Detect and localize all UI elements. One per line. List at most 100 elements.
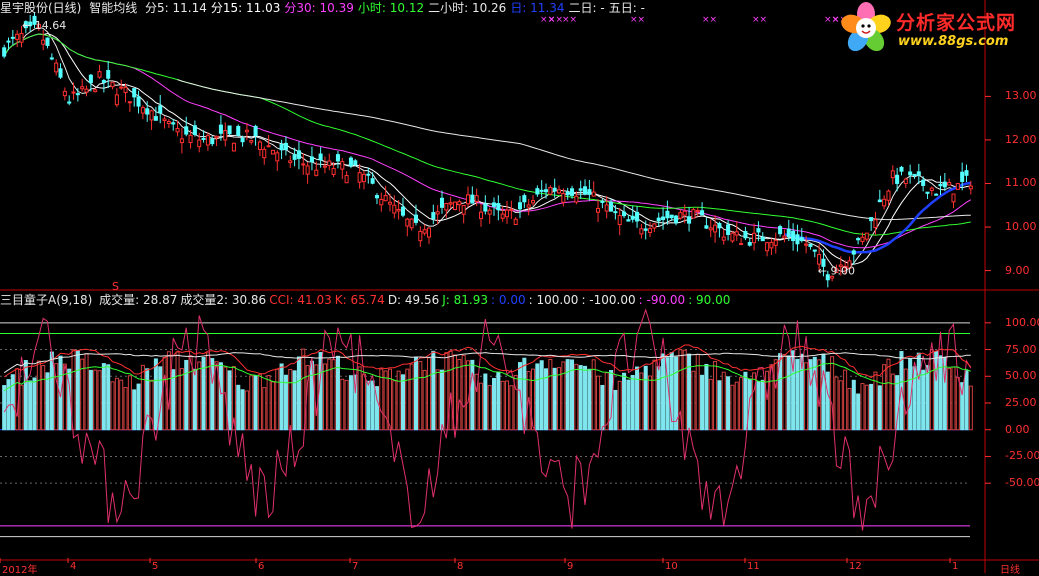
- candle-body: [75, 93, 80, 96]
- volume-bar: [435, 369, 440, 431]
- candle-body: [548, 187, 553, 195]
- volume-bar: [140, 364, 145, 431]
- volume-bar: [721, 371, 726, 431]
- candle-body: [214, 135, 219, 139]
- candle-body: [435, 211, 440, 215]
- volume-bar: [548, 358, 553, 431]
- candle-body: [322, 165, 327, 168]
- candle-body: [509, 208, 514, 211]
- volume-bar: [882, 364, 887, 431]
- candle-body: [244, 129, 249, 133]
- volume-bar: [804, 362, 809, 431]
- volume-bar: [23, 360, 28, 431]
- volume-bar: [635, 366, 640, 431]
- candle-body: [444, 203, 449, 211]
- candle-body: [15, 33, 20, 40]
- candle-body: [361, 173, 366, 183]
- candle-body: [344, 175, 349, 184]
- candle-body: [10, 36, 15, 39]
- candle-body: [869, 217, 874, 222]
- candle-body: [84, 88, 89, 93]
- candle-body: [504, 209, 510, 218]
- candle-body: [153, 116, 158, 121]
- volume-bar: [565, 359, 570, 431]
- x-month-label: 9: [567, 561, 574, 572]
- candle-body: [253, 125, 258, 137]
- candle-body: [782, 235, 787, 239]
- candle-body: [106, 70, 111, 79]
- volume-bar: [257, 374, 262, 431]
- indicator-value-label-7: : 100.00: [528, 293, 579, 307]
- candle-body: [240, 137, 245, 143]
- candle-body: [93, 89, 98, 93]
- volume-bar: [678, 349, 683, 431]
- candle-body: [864, 232, 869, 240]
- candle-body: [457, 201, 462, 206]
- candle-body: [483, 203, 488, 212]
- candle-body: [713, 224, 718, 233]
- volume-bar: [132, 389, 137, 431]
- volume-bar: [322, 363, 327, 431]
- candle-body: [535, 188, 540, 195]
- volume-bar: [340, 378, 345, 431]
- volume-bar: [843, 369, 848, 431]
- volume-bar: [856, 393, 861, 431]
- volume-bar: [847, 388, 852, 431]
- candle-body: [786, 228, 791, 238]
- indicator-value-label-9: : -90.00: [638, 293, 686, 307]
- candle-body: [530, 200, 536, 204]
- volume-bar: [643, 365, 648, 431]
- candle-body: [665, 210, 670, 219]
- candle-body: [123, 86, 128, 94]
- candle-body: [374, 195, 379, 199]
- candle-body: [58, 68, 63, 78]
- indicator-value-label-4: D: 49.56: [387, 293, 440, 307]
- candle-body: [630, 215, 635, 220]
- candle-body: [804, 243, 809, 246]
- volume-bar: [739, 376, 744, 431]
- volume-bar: [348, 375, 353, 431]
- candle-body: [513, 218, 518, 226]
- candle-body: [552, 187, 557, 192]
- volume-bar: [955, 377, 960, 431]
- candle-body: [309, 156, 314, 163]
- candle-body: [574, 195, 579, 203]
- candle-body: [726, 224, 731, 235]
- volume-bar: [184, 359, 189, 431]
- candle-body: [600, 200, 605, 203]
- volume-bar: [136, 383, 141, 431]
- volume-bar: [864, 384, 869, 431]
- volume-bar: [301, 348, 306, 431]
- candle-body: [903, 178, 908, 185]
- candle-body: [544, 189, 549, 193]
- candle-body: [210, 138, 215, 145]
- candle-body: [877, 199, 882, 203]
- volume-bar: [682, 349, 687, 431]
- ma-line-4: [177, 79, 971, 221]
- candle-body: [314, 169, 319, 176]
- candle-body: [496, 203, 501, 211]
- volume-bar: [708, 378, 713, 431]
- candle-body: [67, 101, 72, 104]
- volume-bar: [444, 352, 449, 431]
- candle-body: [791, 230, 796, 242]
- candle-body: [357, 172, 362, 183]
- candle-body: [396, 208, 401, 212]
- candle-body: [721, 236, 726, 241]
- candle-body: [682, 210, 687, 216]
- price-ytick: 11.00: [1005, 176, 1037, 190]
- volume-bar: [331, 359, 336, 431]
- candle-body: [262, 148, 267, 159]
- candle-body: [916, 171, 921, 176]
- volume-bar: [361, 373, 366, 431]
- candle-body: [340, 161, 345, 170]
- volume-bar: [622, 372, 627, 431]
- volume-bar: [561, 361, 566, 431]
- candle-body: [387, 201, 392, 205]
- candle-body: [656, 217, 661, 222]
- logo-title: 分析家公式网: [896, 12, 1017, 34]
- candle-body: [487, 209, 492, 215]
- candle-body: [522, 195, 527, 203]
- candle-body: [934, 193, 939, 196]
- volume-bar: [153, 358, 158, 431]
